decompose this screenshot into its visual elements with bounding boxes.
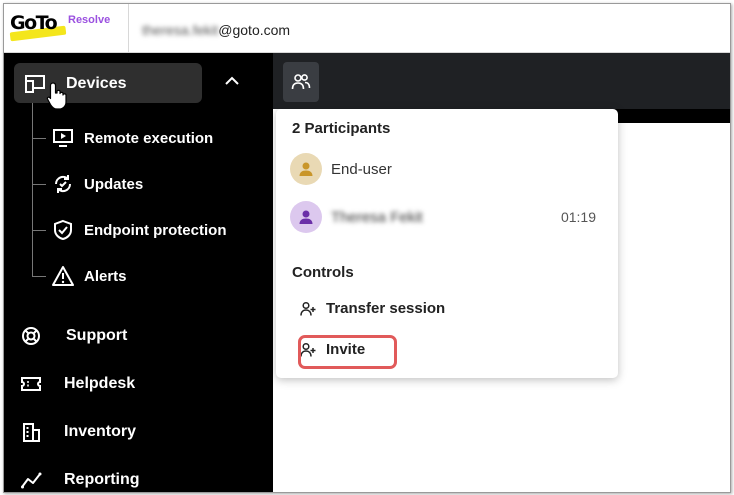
- session-toolbar: [273, 53, 730, 109]
- shield-check-icon: [54, 219, 72, 241]
- logo-product: Resolve: [68, 14, 111, 26]
- ticket-icon: [21, 377, 41, 391]
- sidebar-item-alerts[interactable]: Alerts: [52, 265, 127, 287]
- sidebar-item-endpoint-protection[interactable]: Endpoint protection: [52, 219, 226, 241]
- devices-icon: [25, 75, 45, 93]
- sidebar-item-devices-row[interactable]: Devices: [24, 73, 127, 95]
- transfer-session-button[interactable]: Transfer session: [300, 300, 445, 317]
- tree-connector: [32, 103, 33, 277]
- invite-highlight-box: [298, 335, 397, 369]
- participants-button[interactable]: [283, 62, 319, 102]
- refresh-icon: [54, 175, 72, 193]
- participant-session-time: 01:19: [560, 209, 596, 225]
- lifebuoy-icon: [22, 327, 40, 345]
- logo-text: GoTo: [10, 12, 58, 34]
- participants-panel: 2 Participants End-user Theresa Fekit 01…: [276, 109, 618, 378]
- user-domain: @goto.com: [218, 22, 291, 38]
- sidebar-item-label: Remote execution: [84, 129, 214, 147]
- top-header: GoTo Resolve theresa.fekit@goto.com: [4, 4, 730, 53]
- participants-title: 2 Participants: [292, 120, 391, 137]
- sidebar-item-helpdesk[interactable]: Helpdesk: [20, 373, 135, 395]
- chevron-up-icon[interactable]: [224, 75, 240, 87]
- logo[interactable]: GoTo Resolve: [4, 4, 129, 52]
- participant-row: End-user: [290, 152, 604, 186]
- app-window: GoTo Resolve theresa.fekit@goto.com Devi…: [3, 3, 731, 493]
- sidebar-item-support[interactable]: Support: [20, 325, 127, 347]
- sidebar-item-reporting[interactable]: Reporting: [20, 469, 140, 491]
- sidebar-item-label: Helpdesk: [64, 375, 136, 392]
- user-icon: [299, 210, 313, 224]
- user-email: theresa.fekit@goto.com: [142, 22, 290, 38]
- tree-branch: [32, 230, 46, 231]
- warning-triangle-icon: [52, 266, 74, 286]
- user-icon: [299, 162, 313, 176]
- line-chart-icon: [21, 472, 42, 489]
- monitor-play-icon: [53, 129, 73, 147]
- sidebar-item-label: Support: [66, 327, 128, 344]
- participants-icon: [291, 74, 311, 90]
- sidebar-item-inventory[interactable]: Inventory: [20, 421, 136, 443]
- sidebar-item-label: Inventory: [64, 423, 137, 440]
- participant-row: Theresa Fekit 01:19: [290, 200, 604, 234]
- sidebar-item-label: Updates: [84, 175, 144, 193]
- session-view-edge: [613, 109, 730, 123]
- add-user-icon: [300, 301, 316, 316]
- sidebar-item-remote-execution[interactable]: Remote execution: [52, 127, 213, 149]
- control-label: Transfer session: [326, 300, 446, 317]
- participant-name: Theresa Fekit: [331, 208, 423, 226]
- controls-title: Controls: [292, 264, 354, 281]
- avatar: [290, 153, 322, 185]
- sidebar-item-label: Endpoint protection: [84, 221, 227, 239]
- tree-branch: [32, 184, 46, 185]
- avatar: [290, 201, 322, 233]
- sidebar-item-updates[interactable]: Updates: [52, 173, 143, 195]
- hand-cursor-icon: [46, 82, 67, 110]
- user-name: theresa.fekit: [142, 22, 219, 38]
- building-icon: [23, 423, 40, 442]
- participant-name: End-user: [331, 160, 392, 178]
- sidebar-item-label: Reporting: [64, 471, 140, 488]
- tree-branch: [32, 138, 46, 139]
- sidebar-item-label: Alerts: [84, 267, 127, 285]
- sidebar: Devices Remote execution Updates Endpoin…: [4, 53, 273, 492]
- tree-branch: [32, 276, 46, 277]
- sidebar-item-label: Devices: [66, 75, 127, 92]
